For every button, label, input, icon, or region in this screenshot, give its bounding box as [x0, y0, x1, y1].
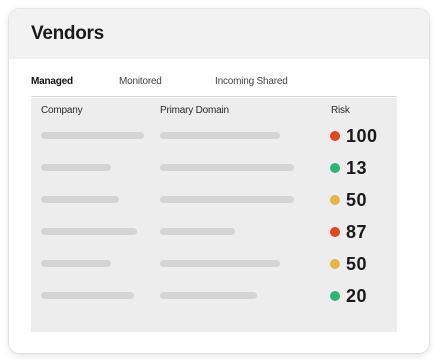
- risk-status-dot: [330, 291, 340, 301]
- risk-status-dot: [330, 227, 340, 237]
- risk-cell: 50: [330, 189, 367, 211]
- domain-placeholder: [160, 228, 235, 235]
- risk-score: 20: [346, 285, 368, 306]
- column-header-company[interactable]: Company: [41, 105, 83, 116]
- company-placeholder: [41, 164, 111, 171]
- table-row[interactable]: 100: [31, 120, 397, 152]
- risk-status-dot: [330, 131, 340, 141]
- risk-status-dot: [330, 195, 340, 205]
- risk-status-dot: [330, 259, 340, 269]
- vendors-table: Company Primary Domain Risk 100 13 50 87…: [31, 98, 397, 332]
- risk-status-dot: [330, 163, 340, 173]
- risk-cell: 50: [330, 253, 367, 275]
- tab-monitored[interactable]: Monitored: [119, 76, 162, 87]
- company-placeholder: [41, 228, 137, 235]
- risk-cell: 13: [330, 157, 367, 179]
- company-placeholder: [41, 132, 144, 139]
- table-row[interactable]: 50: [31, 248, 397, 280]
- tab-managed[interactable]: Managed: [31, 76, 73, 87]
- stage: Vendors Managed Monitored Incoming Share…: [0, 0, 440, 360]
- table-row[interactable]: 20: [31, 280, 397, 312]
- vendors-card: Vendors Managed Monitored Incoming Share…: [9, 9, 429, 353]
- company-placeholder: [41, 196, 119, 203]
- risk-score: 50: [346, 189, 368, 210]
- risk-score: 13: [346, 157, 368, 178]
- tab-incoming-shared[interactable]: Incoming Shared: [215, 76, 288, 87]
- domain-placeholder: [160, 196, 294, 203]
- risk-score: 87: [346, 221, 368, 242]
- domain-placeholder: [160, 132, 280, 139]
- risk-score: 50: [346, 253, 368, 274]
- risk-cell: 100: [330, 125, 378, 147]
- company-placeholder: [41, 292, 134, 299]
- column-header-primary-domain[interactable]: Primary Domain: [160, 105, 229, 116]
- domain-placeholder: [160, 260, 280, 267]
- column-header-risk[interactable]: Risk: [331, 105, 350, 116]
- risk-cell: 20: [330, 285, 367, 307]
- table-row[interactable]: 87: [31, 216, 397, 248]
- table-header: Company Primary Domain Risk: [31, 98, 397, 120]
- company-placeholder: [41, 260, 111, 267]
- risk-cell: 87: [330, 221, 367, 243]
- domain-placeholder: [160, 292, 257, 299]
- table-row[interactable]: 13: [31, 152, 397, 184]
- card-header: Vendors: [9, 9, 429, 59]
- tab-bar: Managed Monitored Incoming Shared: [31, 76, 397, 97]
- risk-score: 100: [346, 125, 378, 146]
- card-title: Vendors: [31, 23, 104, 44]
- table-row[interactable]: 50: [31, 184, 397, 216]
- domain-placeholder: [160, 164, 294, 171]
